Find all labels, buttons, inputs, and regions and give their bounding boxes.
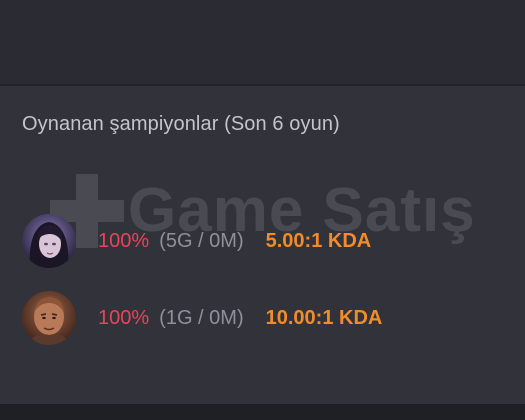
- champion-portrait-dark-haired-icon[interactable]: [22, 214, 76, 268]
- games-record: (1G / 0M): [159, 306, 244, 329]
- champion-portrait-bald-warrior-icon[interactable]: [22, 291, 76, 345]
- champion-row[interactable]: 100% (1G / 0M) 10.00:1 KDA: [22, 290, 502, 346]
- win-rate: 100%: [98, 306, 150, 329]
- header-bar: [0, 0, 525, 86]
- kda-ratio: 5.00:1 KDA: [265, 229, 372, 252]
- footer-bar: [0, 404, 525, 420]
- games-record: (5G / 0M): [159, 229, 244, 252]
- section-title: Oynanan şampiyonlar (Son 6 oyun): [22, 113, 340, 135]
- champion-row[interactable]: 100% (5G / 0M) 5.00:1 KDA: [22, 213, 502, 269]
- kda-ratio: 10.00:1 KDA: [265, 306, 383, 329]
- win-rate: 100%: [98, 229, 150, 252]
